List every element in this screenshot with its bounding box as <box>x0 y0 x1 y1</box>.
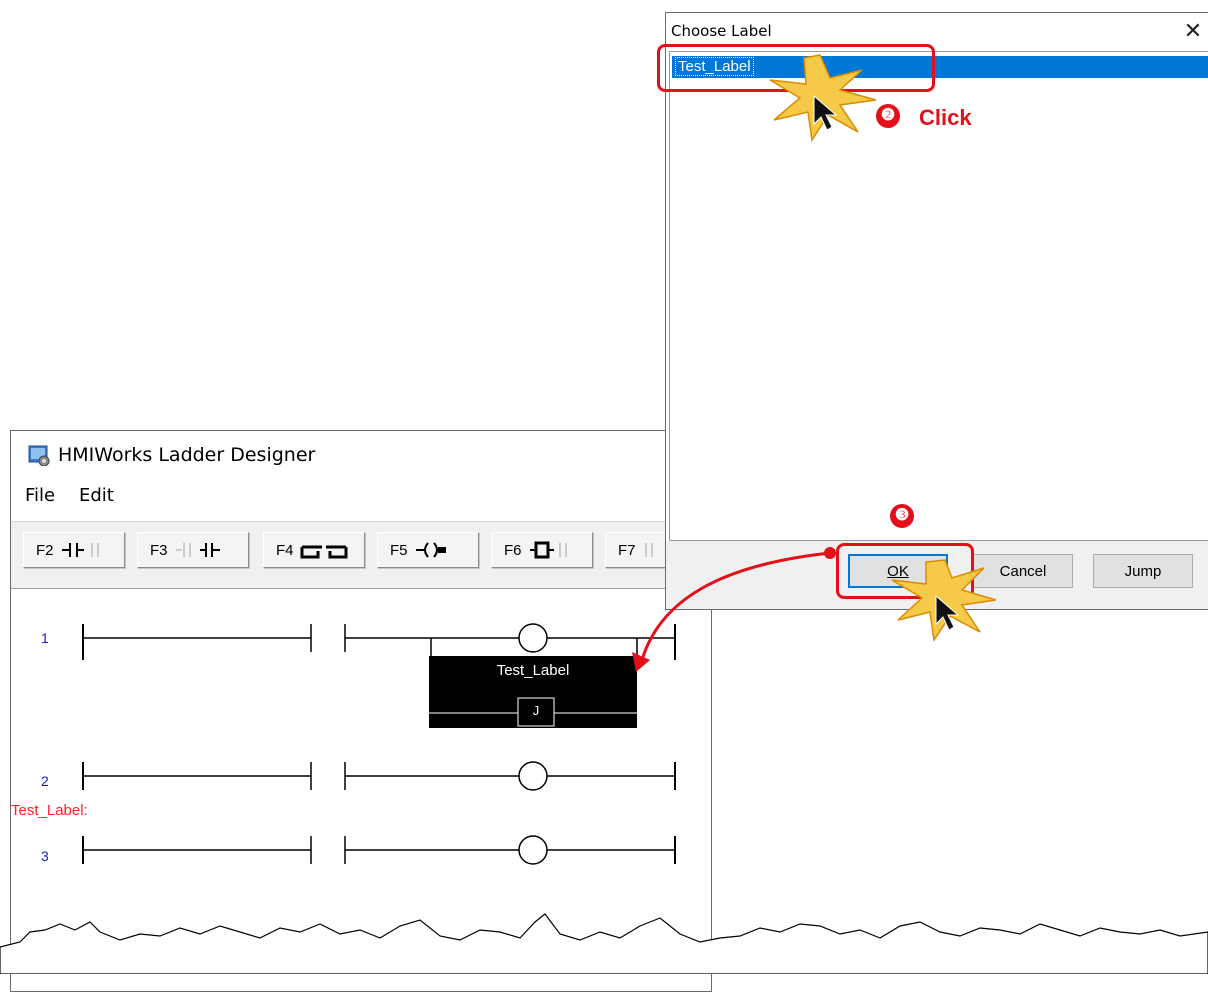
click-burst-icon <box>769 54 877 143</box>
annotation-layer <box>632 54 997 672</box>
click-burst-icon <box>891 559 997 643</box>
